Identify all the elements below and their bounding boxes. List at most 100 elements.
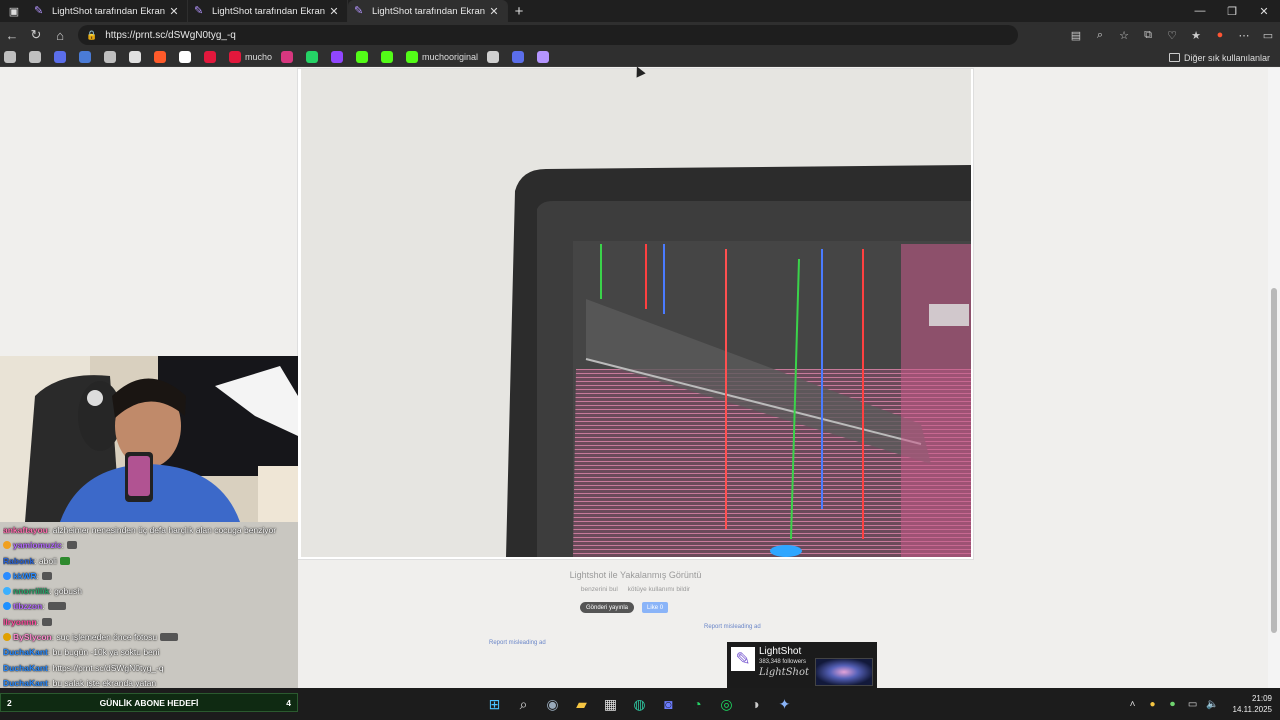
bookmark[interactable]: [331, 51, 347, 63]
emote-icon: [67, 541, 78, 550]
close-window-icon[interactable]: ✕: [1248, 0, 1280, 22]
chat-message: Rabonk: aboli: [3, 554, 295, 569]
report-ad-link[interactable]: Report misleading ad: [489, 640, 546, 646]
clock[interactable]: 21:09 14.11.2025: [1233, 693, 1272, 715]
chat-text: :: [36, 570, 39, 581]
reader-icon[interactable]: ▤: [1064, 23, 1088, 47]
more-icon[interactable]: ⋯: [1232, 23, 1256, 47]
lock-icon[interactable]: 🔒: [86, 30, 97, 41]
tab[interactable]: ✎ LightShot tarafından Ekran Görün ✕: [28, 0, 188, 22]
lightshot-feather-icon: ✎: [34, 5, 44, 17]
bookmark-label: mucho: [245, 52, 273, 62]
bookmark[interactable]: [356, 51, 372, 63]
start-icon[interactable]: ⊞: [480, 692, 509, 716]
chat-message: DuchaKant: https://prnt.sc/dSWgN0tyg_-q: [3, 661, 295, 676]
bookmark[interactable]: [381, 51, 397, 63]
restore-icon[interactable]: ❐: [1216, 0, 1248, 22]
badge-icon: [3, 541, 11, 550]
search-icon[interactable]: ⌕: [509, 692, 538, 716]
chat-message: ankaftayou: alzheimer nenesinden üç defa…: [3, 523, 295, 538]
bookmark[interactable]: [129, 51, 145, 63]
tab-active[interactable]: ✎ LightShot tarafından Ekran Görün ✕: [348, 0, 508, 22]
scrollbar-thumb[interactable]: [1271, 288, 1277, 633]
bookmark[interactable]: [537, 51, 553, 63]
chat-text: : gobush: [49, 586, 82, 597]
emote-icon: [47, 602, 66, 611]
window-menu-icon[interactable]: ▣: [0, 0, 28, 22]
steam-icon[interactable]: ◑: [741, 692, 770, 716]
spotify-icon[interactable]: ◎: [712, 692, 741, 716]
bookmark-icon: [29, 51, 41, 63]
close-icon[interactable]: ✕: [487, 5, 501, 18]
minimize-icon[interactable]: —: [1184, 0, 1216, 22]
other-bookmarks[interactable]: Diğer sık kullanılanlar: [1168, 48, 1270, 67]
ad-name: LightShot: [759, 646, 802, 657]
url-text: https://prnt.sc/dSWgN0tyg_-q: [105, 29, 236, 41]
tab-title: LightShot tarafından Ekran Görün: [52, 5, 167, 17]
extensions-icon[interactable]: ⧉: [1136, 23, 1160, 47]
bookmark[interactable]: [29, 51, 45, 63]
post-button[interactable]: Gönderi yayınla: [580, 602, 635, 613]
bookmark-icon: [79, 51, 91, 63]
profile-avatar[interactable]: ●: [1208, 23, 1232, 47]
bookmark[interactable]: [104, 51, 120, 63]
chat-username: DuchaKant: [3, 662, 48, 673]
star-icon[interactable]: ☆: [1112, 23, 1136, 47]
like-button[interactable]: Like 0: [642, 602, 669, 613]
bookmark[interactable]: [281, 51, 297, 63]
report-ad-link[interactable]: Report misleading ad: [704, 624, 761, 630]
tab[interactable]: ✎ LightShot tarafından Ekran Görün ✕: [188, 0, 348, 22]
volume-icon[interactable]: 🔈: [1203, 699, 1223, 710]
report-abuse-link[interactable]: kötüye kullanımı bildir: [628, 586, 691, 593]
screenshot-image[interactable]: [301, 69, 971, 557]
close-icon[interactable]: ✕: [167, 5, 181, 18]
bookmark[interactable]: [179, 51, 195, 63]
chat-username: kkWR: [13, 570, 37, 581]
back-icon[interactable]: ←: [0, 23, 24, 47]
bookmark[interactable]: [54, 51, 70, 63]
webcam-overlay: [0, 356, 298, 522]
store-icon[interactable]: ▦: [596, 692, 625, 716]
screen: ▣ ✎ LightShot tarafından Ekran Görün ✕ ✎…: [0, 0, 1280, 720]
lightshot-feather-icon: ✎: [354, 5, 364, 17]
network-app-icon[interactable]: ✦: [770, 692, 799, 716]
chat-message: BySlycon: suç işlemeden önce fotosu: [3, 630, 295, 645]
bookmark-mucho[interactable]: mucho: [229, 51, 272, 63]
bookmark-muchooriginal[interactable]: muchooriginal: [406, 51, 478, 63]
share-row: Gönderi yayınla Like 0: [580, 602, 669, 613]
whatsapp-icon[interactable]: ◔: [683, 692, 712, 716]
url-field[interactable]: 🔒 https://prnt.sc/dSWgN0tyg_-q: [78, 25, 1018, 45]
file-explorer-icon[interactable]: ▰: [567, 692, 596, 716]
home-icon[interactable]: ⌂: [48, 23, 72, 47]
bookmark[interactable]: [512, 51, 528, 63]
bookmark-icon: [487, 51, 500, 63]
sidebar-icon[interactable]: ▭: [1256, 23, 1280, 47]
zoom-icon[interactable]: ⌕: [1088, 23, 1112, 47]
page-scrollbar[interactable]: [1268, 68, 1280, 688]
chevron-up-icon[interactable]: ˄: [1123, 699, 1143, 710]
edge-icon[interactable]: ◍: [625, 692, 654, 716]
bookmark[interactable]: [306, 51, 322, 63]
webcam-feed: [0, 356, 298, 522]
emote-icon: [41, 617, 52, 626]
bookmark[interactable]: [487, 51, 503, 63]
bookmark[interactable]: [79, 51, 95, 63]
close-icon[interactable]: ✕: [327, 5, 341, 18]
display-icon[interactable]: ▭: [1183, 699, 1203, 710]
youtube-icon: [229, 51, 241, 63]
microphone-icon[interactable]: ⏺: [1163, 699, 1183, 710]
discord-icon[interactable]: ◙: [654, 692, 683, 716]
favorites-icon[interactable]: ★: [1184, 23, 1208, 47]
bookmark[interactable]: [204, 51, 220, 63]
bookmark[interactable]: [4, 51, 20, 63]
new-tab-button[interactable]: +: [508, 0, 530, 22]
steam-icon[interactable]: ◉: [538, 692, 567, 716]
find-similar-link[interactable]: benzerini bul: [581, 586, 618, 593]
bookmark[interactable]: [154, 51, 170, 63]
browser-essentials-icon[interactable]: ♡: [1160, 23, 1184, 47]
lightshot-ad-card[interactable]: ✎ LightShot 383,348 followers LightShot: [727, 642, 877, 688]
goal-current: 2: [7, 697, 12, 708]
chat-text: :: [36, 616, 39, 627]
refresh-icon[interactable]: ↻: [24, 23, 48, 47]
tray-app-icon[interactable]: ●: [1143, 699, 1163, 710]
